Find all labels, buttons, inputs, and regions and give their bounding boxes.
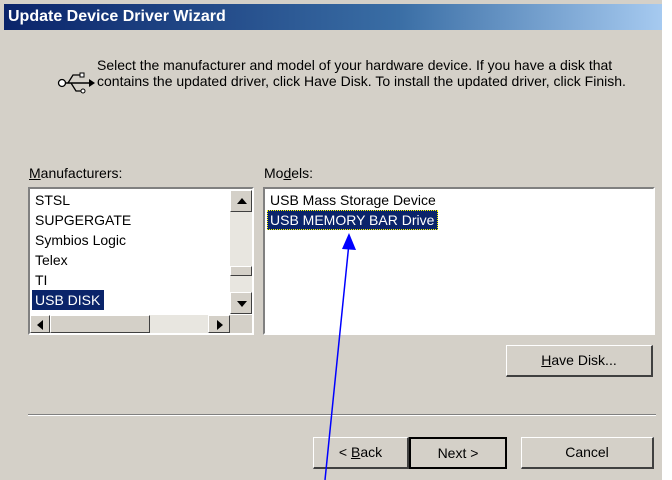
manufacturers-label-mnemonic: M: [29, 165, 41, 181]
instructions-text: Select the manufacturer and model of you…: [97, 57, 626, 89]
window-title: Update Device Driver Wizard: [8, 8, 226, 25]
back-label: ack: [360, 444, 383, 460]
vertical-scroll-thumb[interactable]: [230, 266, 252, 276]
have-disk-mnemonic: H: [541, 352, 552, 368]
cancel-label: Cancel: [565, 444, 609, 460]
models-label: Models:: [264, 165, 313, 181]
separator-line: [28, 414, 656, 416]
arrow-right-icon: [217, 320, 223, 330]
model-item[interactable]: USB Mass Storage Device: [267, 190, 440, 210]
manufacturer-item[interactable]: TI: [32, 270, 228, 290]
manufacturers-label-text: anufacturers:: [40, 165, 123, 181]
update-driver-dialog: Update Device Driver Wizard Select the m…: [0, 0, 662, 480]
models-listbox[interactable]: USB Mass Storage Device USB MEMORY BAR D…: [263, 187, 655, 335]
manufacturer-item[interactable]: Symbios Logic: [32, 230, 228, 250]
arrow-up-icon: [237, 198, 247, 204]
manufacturers-vertical-scrollbar[interactable]: [230, 190, 252, 314]
horizontal-scroll-thumb[interactable]: [50, 315, 150, 333]
back-prefix: <: [338, 444, 351, 460]
arrow-left-icon: [37, 320, 43, 330]
manufacturers-listbox[interactable]: STSL SUPGERGATE Symbios Logic Telex TI U…: [28, 187, 254, 335]
models-list: USB Mass Storage Device USB MEMORY BAR D…: [267, 190, 440, 230]
model-item-selected[interactable]: USB MEMORY BAR Drive: [267, 210, 439, 230]
manufacturers-label: Manufacturers:: [29, 165, 122, 181]
scroll-right-button[interactable]: [208, 315, 230, 333]
manufacturer-item[interactable]: Telex: [32, 250, 228, 270]
next-button[interactable]: Next >: [409, 437, 507, 469]
manufacturers-list: STSL SUPGERGATE Symbios Logic Telex TI U…: [32, 190, 228, 316]
models-label-prefix: Mo: [264, 165, 284, 181]
manufacturer-item[interactable]: STSL: [32, 190, 228, 210]
scroll-left-button[interactable]: [30, 315, 50, 333]
title-bar[interactable]: Update Device Driver Wizard: [4, 4, 662, 30]
manufacturer-item-selected[interactable]: USB DISK: [32, 290, 105, 310]
manufacturer-item[interactable]: SUPGERGATE: [32, 210, 228, 230]
models-label-text: els:: [291, 165, 314, 181]
scroll-up-button[interactable]: [230, 190, 252, 212]
have-disk-label: ave Disk...: [551, 352, 617, 368]
have-disk-button[interactable]: Have Disk...: [506, 345, 653, 377]
usb-icon: [57, 72, 95, 94]
scroll-down-button[interactable]: [230, 292, 252, 314]
back-mnemonic: B: [350, 444, 361, 460]
back-button[interactable]: < Back: [313, 437, 409, 469]
next-label: Next >: [437, 445, 479, 461]
scrollbar-corner: [230, 315, 252, 333]
manufacturers-horizontal-scrollbar[interactable]: [30, 315, 230, 333]
arrow-down-icon: [237, 301, 247, 307]
cancel-button[interactable]: Cancel: [521, 437, 654, 469]
